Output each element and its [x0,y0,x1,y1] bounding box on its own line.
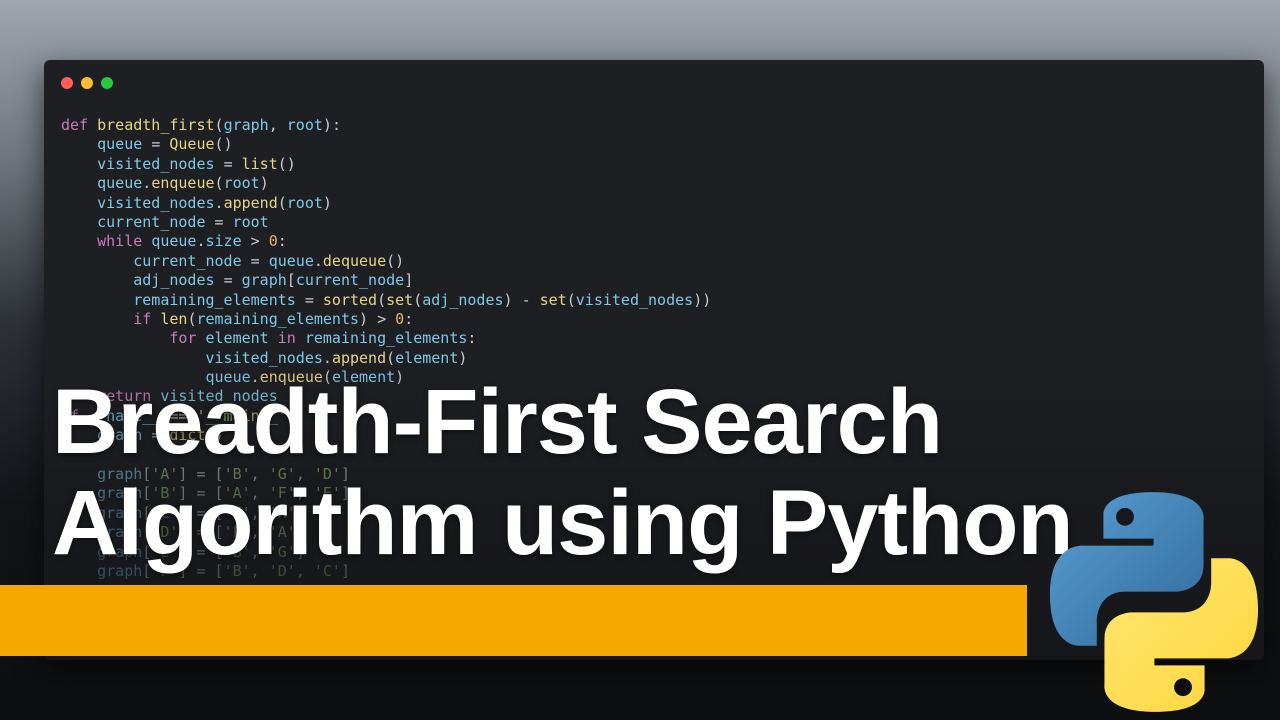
close-window-icon[interactable] [61,77,73,89]
accent-band [0,585,1027,656]
code-line: def breadth_first(graph, root): [61,116,341,134]
python-logo-icon [1049,492,1259,712]
code-line: while queue.size > 0: [97,232,287,251]
code-line: for element in remaining_elements: [169,329,477,348]
code-line: remaining_elements = sorted(set(adj_node… [133,290,712,309]
code-line: queue = Queue() [97,135,233,154]
minimize-window-icon[interactable] [81,77,93,89]
title-line-2: Algorithm using Python [52,472,1074,574]
code-line: visited_nodes = list() [97,154,296,173]
video-title: Breadth-First Search Algorithm using Pyt… [52,371,1074,574]
maximize-window-icon[interactable] [101,77,113,89]
code-line: adj_nodes = graph[current_node] [133,271,414,290]
code-line: current_node = root [97,212,269,231]
code-line: if len(remaining_elements) > 0: [133,309,414,328]
code-line: current_node = queue.dequeue() [133,251,405,270]
code-line: visited_nodes.append(root) [97,193,332,212]
window-controls [61,77,113,89]
code-line: queue.enqueue(root) [97,174,269,193]
title-line-1: Breadth-First Search [52,371,943,473]
